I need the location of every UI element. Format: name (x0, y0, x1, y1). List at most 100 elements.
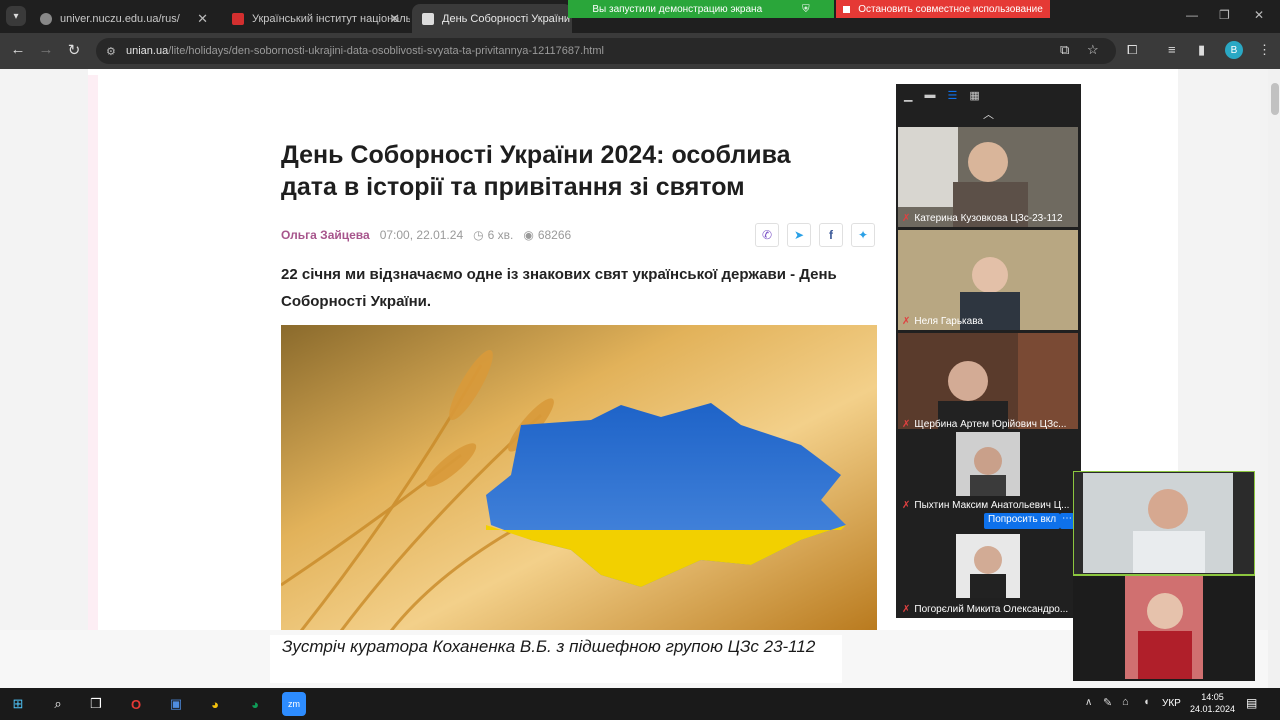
share-buttons: ✆ ➤ f ✦ (755, 223, 875, 247)
viber-icon[interactable]: ✆ (755, 223, 779, 247)
article-lead: 22 січня ми відзначаємо одне із знакових… (281, 266, 837, 310)
browser-tab-bar: ▾ univer.nuczu.edu.ua/rus/ ✕ Український… (0, 0, 1280, 33)
clock-time: 14:05 (1201, 692, 1224, 702)
participant-tile[interactable]: ✗ Погорєлий Микита Олександро... (898, 532, 1078, 618)
scroll-thumb[interactable] (1271, 83, 1279, 115)
profile-avatar[interactable]: B (1225, 41, 1243, 59)
participant-name: Неля Гарькава (914, 316, 983, 327)
floating-video-panel[interactable] (1072, 470, 1256, 681)
participant-name: Погорєлий Микита Олександро... (914, 604, 1069, 615)
article-datetime: 07:00, 22.01.24 (379, 228, 464, 242)
article-hero-image (281, 325, 877, 631)
minimize-icon[interactable]: — (1186, 8, 1198, 22)
speaker-view-icon[interactable]: ▬ (924, 89, 935, 101)
article-meta: Ольга Зайцева 07:00, 22.01.24 ◷ 6 хв. ◉ 68… (281, 228, 571, 242)
eye-icon: ◉ (523, 228, 534, 242)
cast-icon[interactable]: ⧉ (1060, 42, 1069, 58)
close-tab-icon[interactable]: ✕ (389, 11, 400, 27)
network-icon[interactable]: ⌂ (1122, 696, 1129, 708)
muted-mic-icon: ✗ (902, 604, 911, 615)
participant-tile[interactable]: ✗ Пыхтин Максим Анатольевич Ц... Попросит… (898, 429, 1078, 529)
tray-app-icon[interactable]: ✎ (1103, 696, 1112, 709)
tab-univer[interactable]: univer.nuczu.edu.ua/rus/ ✕ (30, 4, 218, 33)
twitter-icon[interactable]: ✦ (851, 223, 875, 247)
url-path: /lite/holidays/den-sobornosti-ukrajini-d… (168, 45, 604, 57)
minimize-view-icon[interactable]: ▁ (904, 89, 912, 102)
tab-title: Український інститут національ (252, 12, 410, 25)
word-icon[interactable]: ▣ (164, 692, 188, 716)
notifications-icon[interactable]: ▤ (1246, 696, 1257, 710)
participant-video (898, 127, 1078, 227)
tab-unian[interactable]: День Соборності України 2024 (412, 4, 572, 33)
clock-icon: ◷ (473, 228, 484, 242)
url-field[interactable]: ⚙ unian.ua/lite/holidays/den-sobornosti-… (96, 38, 1116, 64)
facebook-icon[interactable]: f (819, 223, 843, 247)
screen-share-status: Вы запустили демонстрацию экрана ⛨ (568, 0, 834, 18)
site-favicon-icon (232, 12, 244, 25)
clock-date: 24.01.2024 (1190, 704, 1236, 714)
document-icon (422, 12, 434, 25)
ask-to-unmute-button[interactable]: Попросить вкл (984, 513, 1061, 529)
participant-tile[interactable]: ✗ Неля Гарькава (898, 230, 1078, 330)
participant-name: Катерина Кузовкова ЦЗс-23-112 (914, 213, 1063, 224)
opera-icon[interactable]: O (124, 692, 148, 716)
stop-icon (843, 5, 851, 13)
tab-institute[interactable]: Український інститут національ ✕ (222, 4, 410, 33)
participant-tile[interactable]: ✗ Катерина Кузовкова ЦЗс-23-112 (898, 127, 1078, 227)
author-link[interactable]: Ольга Зайцева (281, 228, 370, 242)
stop-share-button[interactable]: Остановить совместное использование (836, 0, 1050, 18)
bookmark-star-icon[interactable]: ☆ (1087, 42, 1099, 58)
zoom-gallery-panel: ▁ ▬ ☰ ▦ ︿ ✗ Катерина Кузовкова ЦЗс-23-112… (896, 84, 1081, 618)
close-tab-icon[interactable]: ✕ (197, 11, 208, 27)
taskbar-clock[interactable]: 14:05 24.01.2024 (1190, 691, 1235, 715)
chrome-icon[interactable]: ◕ (203, 692, 227, 716)
windows-taskbar: ⊞ ⌕ ❒ O ▣ ◕ ◕ zm ∧ ✎ ⌂ ◖ УКР ▤ (0, 688, 1280, 720)
scroll-up-icon[interactable]: ︿ (896, 106, 1081, 124)
article-title: День Соборності України 2024: особлива д… (281, 141, 791, 201)
maximize-icon[interactable]: ❐ (1219, 8, 1230, 22)
shield-icon: ⛨ (802, 3, 810, 15)
ad-placeholder (88, 75, 250, 635)
address-bar: ← → ↻ ⚙ unian.ua/lite/holidays/den-sobor… (0, 33, 1280, 69)
language-indicator[interactable]: УКР (1162, 698, 1181, 709)
tab-search-button[interactable]: ▾ (6, 6, 26, 26)
search-icon[interactable]: ⌕ (46, 692, 70, 716)
participant-tile[interactable]: ✗ Щербина Артем Юрійович ЦЗс... (898, 333, 1078, 433)
wheat-map-illustration (281, 325, 877, 631)
page-scrollbar[interactable] (1268, 69, 1280, 688)
stop-share-label: Остановить совместное использование (858, 3, 1043, 15)
close-window-icon[interactable]: ✕ (1254, 8, 1264, 22)
strip-view-icon[interactable]: ☰ (947, 89, 957, 102)
tray-chevron-icon[interactable]: ∧ (1085, 697, 1092, 708)
muted-mic-icon: ✗ (902, 213, 911, 224)
zoom-view-controls: ▁ ▬ ☰ ▦ (896, 84, 1081, 106)
view-count: 68266 (537, 228, 572, 242)
gallery-view-icon[interactable]: ▦ (969, 89, 979, 102)
chrome-profile-icon[interactable]: ◕ (243, 692, 267, 716)
participant-video (898, 230, 1078, 330)
volume-icon[interactable]: ◖ (1143, 696, 1150, 708)
menu-icon[interactable]: ⋮ (1258, 42, 1271, 58)
back-icon[interactable]: ← (8, 41, 28, 58)
video-caption: Зустріч куратора Коханенка В.Б. з підшеф… (270, 635, 842, 683)
extensions-icon[interactable]: ⧠ (1127, 42, 1137, 58)
task-view-icon[interactable]: ❒ (84, 692, 108, 716)
muted-mic-icon: ✗ (902, 500, 911, 511)
video-feeds (1072, 470, 1256, 679)
zoom-app-icon[interactable]: zm (282, 692, 306, 716)
windows-start-icon[interactable]: ⊞ (6, 692, 30, 716)
reload-icon[interactable]: ↻ (64, 41, 84, 59)
site-settings-icon[interactable]: ⚙ (106, 45, 116, 58)
muted-mic-icon: ✗ (902, 316, 911, 327)
url-host: unian.ua (126, 45, 169, 57)
read-time: 6 хв. (487, 228, 514, 242)
participant-name: Пыхтин Максим Анатольевич Ц... (914, 500, 1070, 511)
participant-video (898, 333, 1078, 433)
side-panel-icon[interactable]: ▮ (1198, 42, 1205, 58)
forward-icon[interactable]: → (36, 41, 56, 58)
media-icon[interactable]: ≡ (1168, 42, 1176, 57)
tab-title: univer.nuczu.edu.ua/rus/ (60, 12, 180, 25)
more-options-button[interactable]: ⋯ (1060, 513, 1074, 529)
telegram-icon[interactable]: ➤ (787, 223, 811, 247)
share-status-text: Вы запустили демонстрацию экрана (592, 3, 763, 15)
